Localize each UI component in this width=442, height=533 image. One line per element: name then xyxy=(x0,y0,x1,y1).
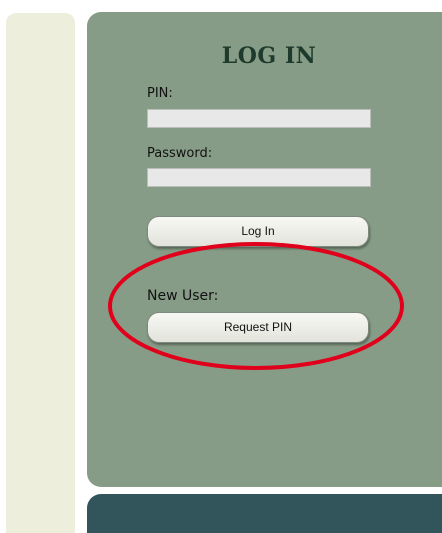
new-user-label: New User: xyxy=(147,288,219,304)
page: LOG IN PIN: Password: Log In New User: R… xyxy=(0,0,442,533)
lower-dark-panel xyxy=(87,494,442,533)
login-panel xyxy=(87,12,442,487)
login-button[interactable]: Log In xyxy=(147,216,369,247)
request-pin-button[interactable]: Request PIN xyxy=(147,312,369,343)
pin-input[interactable] xyxy=(147,109,371,128)
password-input[interactable] xyxy=(147,168,371,187)
left-sidebar xyxy=(6,13,75,533)
password-label: Password: xyxy=(147,146,213,161)
pin-label: PIN: xyxy=(147,86,173,101)
login-title: LOG IN xyxy=(221,43,317,69)
